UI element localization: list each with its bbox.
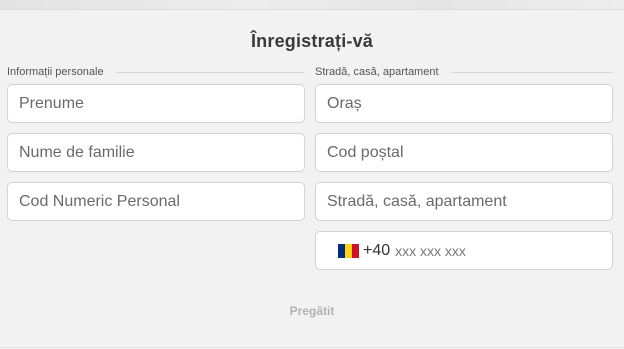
page-title: Înregistrați-vă [250, 31, 374, 51]
section-label-address: Stradă, casă, apartament [315, 66, 439, 78]
city-input[interactable] [316, 85, 612, 122]
street-input[interactable] [316, 183, 612, 220]
section-label-personal: Informații personale [7, 66, 104, 78]
phone-input[interactable] [395, 232, 612, 269]
cnp-input[interactable] [8, 183, 304, 220]
street-field [315, 182, 613, 221]
postal-code-input[interactable] [316, 134, 612, 171]
section-header-address: Stradă, casă, apartament [315, 66, 613, 78]
first-name-field [7, 84, 305, 123]
top-banner-strip [0, 0, 624, 10]
phone-country-code: +40 [363, 241, 391, 259]
city-field [315, 84, 613, 123]
section-divider [450, 71, 613, 73]
submit-button[interactable]: Pregătit [262, 300, 362, 322]
last-name-input[interactable] [8, 134, 304, 171]
bottom-divider [0, 347, 624, 348]
section-divider [115, 71, 305, 73]
postal-code-field [315, 133, 613, 172]
section-header-personal: Informații personale [7, 66, 305, 78]
romania-flag-icon[interactable] [338, 243, 359, 258]
flag-stripe-blue [338, 243, 345, 258]
phone-field: +40 [315, 231, 613, 270]
first-name-input[interactable] [8, 85, 304, 122]
flag-stripe-yellow [345, 243, 352, 258]
cnp-field [7, 182, 305, 221]
flag-stripe-red [352, 243, 359, 258]
last-name-field [7, 133, 305, 172]
